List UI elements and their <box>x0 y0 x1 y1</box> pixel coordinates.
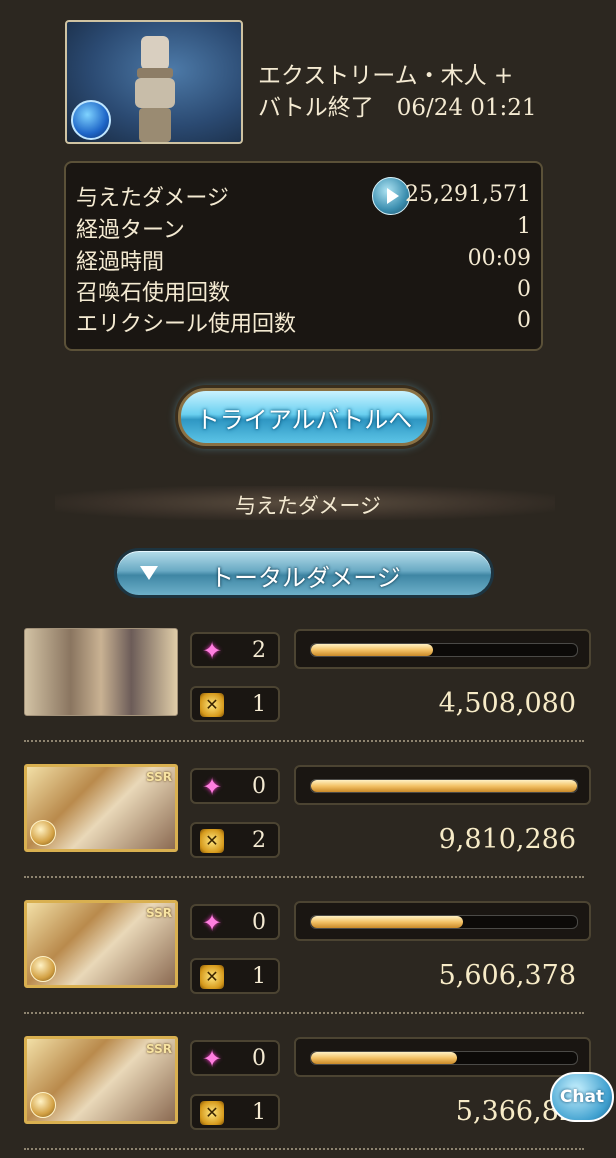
character-damage: 4,508,080 <box>438 688 576 719</box>
turn-count: 1 <box>252 964 266 989</box>
stat-turns-value: 1 <box>517 214 531 239</box>
quest-title: エクストリーム・木人 + <box>258 63 514 89</box>
character-damage: 9,810,286 <box>438 824 576 855</box>
sparkle-icon: ✦ <box>201 637 223 665</box>
damage-bar <box>294 1037 591 1077</box>
damage-bar-fill <box>311 644 434 656</box>
damage-bar-fill <box>311 1052 458 1064</box>
stat-summon-label: 召喚石使用回数 <box>76 281 231 306</box>
swords-icon: ✕ <box>200 829 224 853</box>
swords-icon: ✕ <box>200 1101 224 1125</box>
row-divider <box>24 876 584 878</box>
turn-count: 1 <box>252 1100 266 1125</box>
turn-count: 2 <box>252 828 266 853</box>
turn-counter: ✕ 1 <box>190 958 280 994</box>
element-icon <box>30 820 56 846</box>
element-icon <box>30 1092 56 1118</box>
chevron-down-icon <box>140 566 158 580</box>
ougi-count: 0 <box>252 910 266 935</box>
stat-time-label: 経過時間 <box>76 250 165 275</box>
ssr-badge: SSR <box>146 770 172 784</box>
battle-end-time: バトル終了 06/24 01:21 <box>258 95 537 121</box>
chat-label: Chat <box>559 1087 605 1107</box>
training-dummy-image <box>135 36 175 142</box>
character-portrait: SSR <box>24 900 178 988</box>
stat-summon-value: 0 <box>517 277 531 302</box>
trial-battle-label: トライアルバトルへ <box>195 405 413 434</box>
stat-turns-label: 経過ターン <box>76 218 185 243</box>
ougi-count: 2 <box>252 638 266 663</box>
character-portrait: SSR <box>24 1036 178 1124</box>
row-divider <box>24 1012 584 1014</box>
turn-counter: ✕ 1 <box>190 686 280 722</box>
damage-bar-track <box>310 643 578 657</box>
row-divider <box>24 1148 584 1150</box>
total-damage-label: トータルダメージ <box>210 564 401 592</box>
stat-elixir-label: エリクシール使用回数 <box>76 312 297 337</box>
damage-bar-track <box>310 779 578 793</box>
damage-bar <box>294 765 591 805</box>
element-icon <box>30 956 56 982</box>
damage-bar-fill <box>311 780 577 792</box>
character-damage: 5,606,378 <box>438 960 576 991</box>
sparkle-icon: ✦ <box>201 1045 223 1073</box>
chat-button[interactable]: Chat <box>550 1072 614 1122</box>
ougi-count: 0 <box>252 774 266 799</box>
section-title: 与えたダメージ <box>235 494 381 518</box>
swords-icon: ✕ <box>200 693 224 717</box>
sparkle-icon: ✦ <box>201 773 223 801</box>
ougi-counter: ✦ 0 <box>190 768 280 804</box>
character-portrait: SSR <box>24 764 178 852</box>
stat-time-value: 00:09 <box>467 246 531 271</box>
stat-damage-value: 25,291,571 <box>405 182 531 207</box>
ougi-counter: ✦ 0 <box>190 904 280 940</box>
sparkle-icon: ✦ <box>201 909 223 937</box>
trial-battle-button[interactable]: トライアルバトルへ <box>178 388 430 446</box>
stat-elixir-value: 0 <box>517 308 531 333</box>
ougi-count: 0 <box>252 1046 266 1071</box>
damage-bar-fill <box>311 916 463 928</box>
turn-count: 1 <box>252 692 266 717</box>
damage-bar <box>294 629 591 669</box>
ougi-counter: ✦ 2 <box>190 632 280 668</box>
damage-bar <box>294 901 591 941</box>
turn-counter: ✕ 2 <box>190 822 280 858</box>
damage-bar-track <box>310 915 578 929</box>
row-divider <box>24 740 584 742</box>
water-element-icon <box>71 100 111 140</box>
ssr-badge: SSR <box>146 906 172 920</box>
stat-damage-label: 与えたダメージ <box>76 186 229 211</box>
ougi-counter: ✦ 0 <box>190 1040 280 1076</box>
ssr-badge: SSR <box>146 1042 172 1056</box>
quest-thumbnail <box>65 20 243 144</box>
turn-counter: ✕ 1 <box>190 1094 280 1130</box>
character-portrait <box>24 628 178 716</box>
damage-bar-track <box>310 1051 578 1065</box>
swords-icon: ✕ <box>200 965 224 989</box>
